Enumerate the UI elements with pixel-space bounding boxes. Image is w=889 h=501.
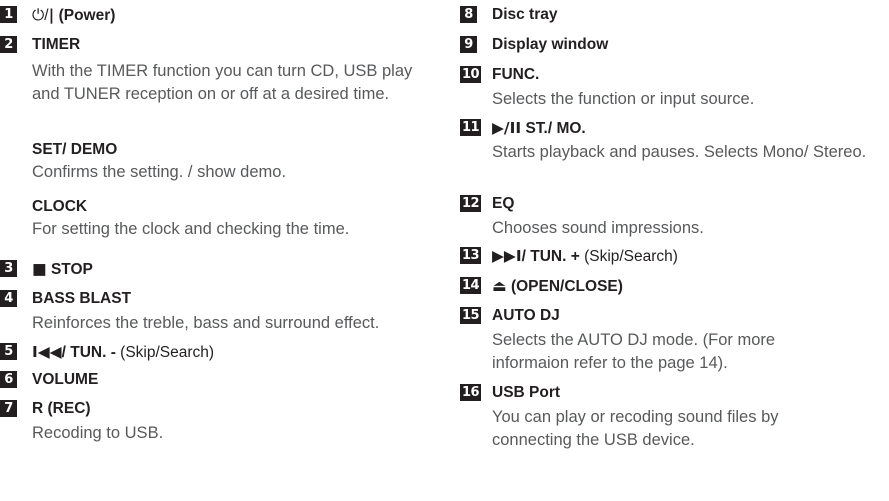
number-badge: 2 [0, 36, 17, 53]
item-title: ▶▶I/ TUN. + (Skip/Search) [492, 247, 678, 266]
item-description: Selects the AUTO DJ mode. (For more info… [492, 331, 776, 372]
sub-title-clock: CLOCK [32, 198, 88, 215]
item-label: / TUN. - [61, 344, 116, 361]
number-badge: 8 [460, 6, 477, 23]
item-title: Disc tray [492, 6, 558, 23]
item-label: (Power) [58, 7, 116, 24]
item-title: FUNC. [492, 66, 540, 83]
item-title: BASS BLAST [32, 290, 132, 307]
number-badge: 14 [460, 277, 482, 294]
number-badge: 10 [460, 66, 482, 83]
item-title: ■ STOP [32, 260, 93, 279]
item-title: R (REC) [32, 400, 91, 417]
item-label: STOP [50, 261, 93, 278]
number-badge: 6 [0, 371, 17, 388]
skip-back-icon: I◀◀ [32, 343, 62, 361]
item-title: ⏻/| (Power) [32, 6, 115, 25]
sub-title-set-demo: SET/ DEMO [32, 141, 118, 158]
number-badge: 1 [0, 6, 17, 23]
item-title: TIMER [32, 36, 81, 53]
item-description: With the TIMER function you can turn CD,… [32, 62, 413, 103]
number-badge: 12 [460, 195, 482, 212]
number-badge: 9 [460, 36, 477, 53]
item-description: Recoding to USB. [32, 424, 164, 442]
number-badge: 13 [460, 247, 482, 264]
number-badge: 7 [0, 400, 17, 417]
number-badge: 16 [460, 384, 482, 401]
item-suffix: (Skip/Search) [584, 248, 678, 265]
item-description: Chooses sound impressions. [492, 219, 704, 237]
item-title: I◀◀/ TUN. - (Skip/Search) [32, 343, 214, 362]
item-description: Selects the function or input source. [492, 90, 755, 108]
item-title: Display window [492, 36, 609, 53]
item-suffix: (Skip/Search) [120, 344, 215, 361]
item-title: AUTO DJ [492, 307, 560, 324]
item-label: / TUN. + [521, 248, 580, 265]
bar-icon: | [48, 6, 55, 24]
item-title: VOLUME [32, 371, 99, 388]
number-badge: 3 [0, 260, 17, 277]
item-label: (OPEN/CLOSE) [510, 278, 623, 295]
sub-description-set-demo: Confirms the setting. / show demo. [32, 163, 287, 181]
number-badge: 5 [0, 343, 17, 360]
item-title: USB Port [492, 384, 561, 401]
item-title: EQ [492, 195, 515, 212]
play-pause-icon: ▶/II [492, 119, 522, 137]
power-icon: ⏻ [32, 6, 45, 24]
number-badge: 4 [0, 290, 17, 307]
item-title: ⏏ (OPEN/CLOSE) [492, 277, 623, 296]
item-title: ▶/II ST./ MO. [492, 119, 586, 138]
sub-description-clock: For setting the clock and checking the t… [32, 220, 350, 238]
number-badge: 11 [460, 119, 482, 136]
skip-forward-icon: ▶▶I [492, 247, 522, 265]
item-description: You can play or recoding sound files by … [492, 408, 779, 449]
item-description: Starts playback and pauses. Selects Mono… [492, 143, 867, 161]
item-description: Reinforces the treble, bass and surround… [32, 314, 380, 332]
eject-icon: ⏏ [492, 277, 507, 295]
stop-icon: ■ [32, 260, 47, 278]
number-badge: 15 [460, 307, 482, 324]
item-label: ST./ MO. [525, 120, 586, 137]
